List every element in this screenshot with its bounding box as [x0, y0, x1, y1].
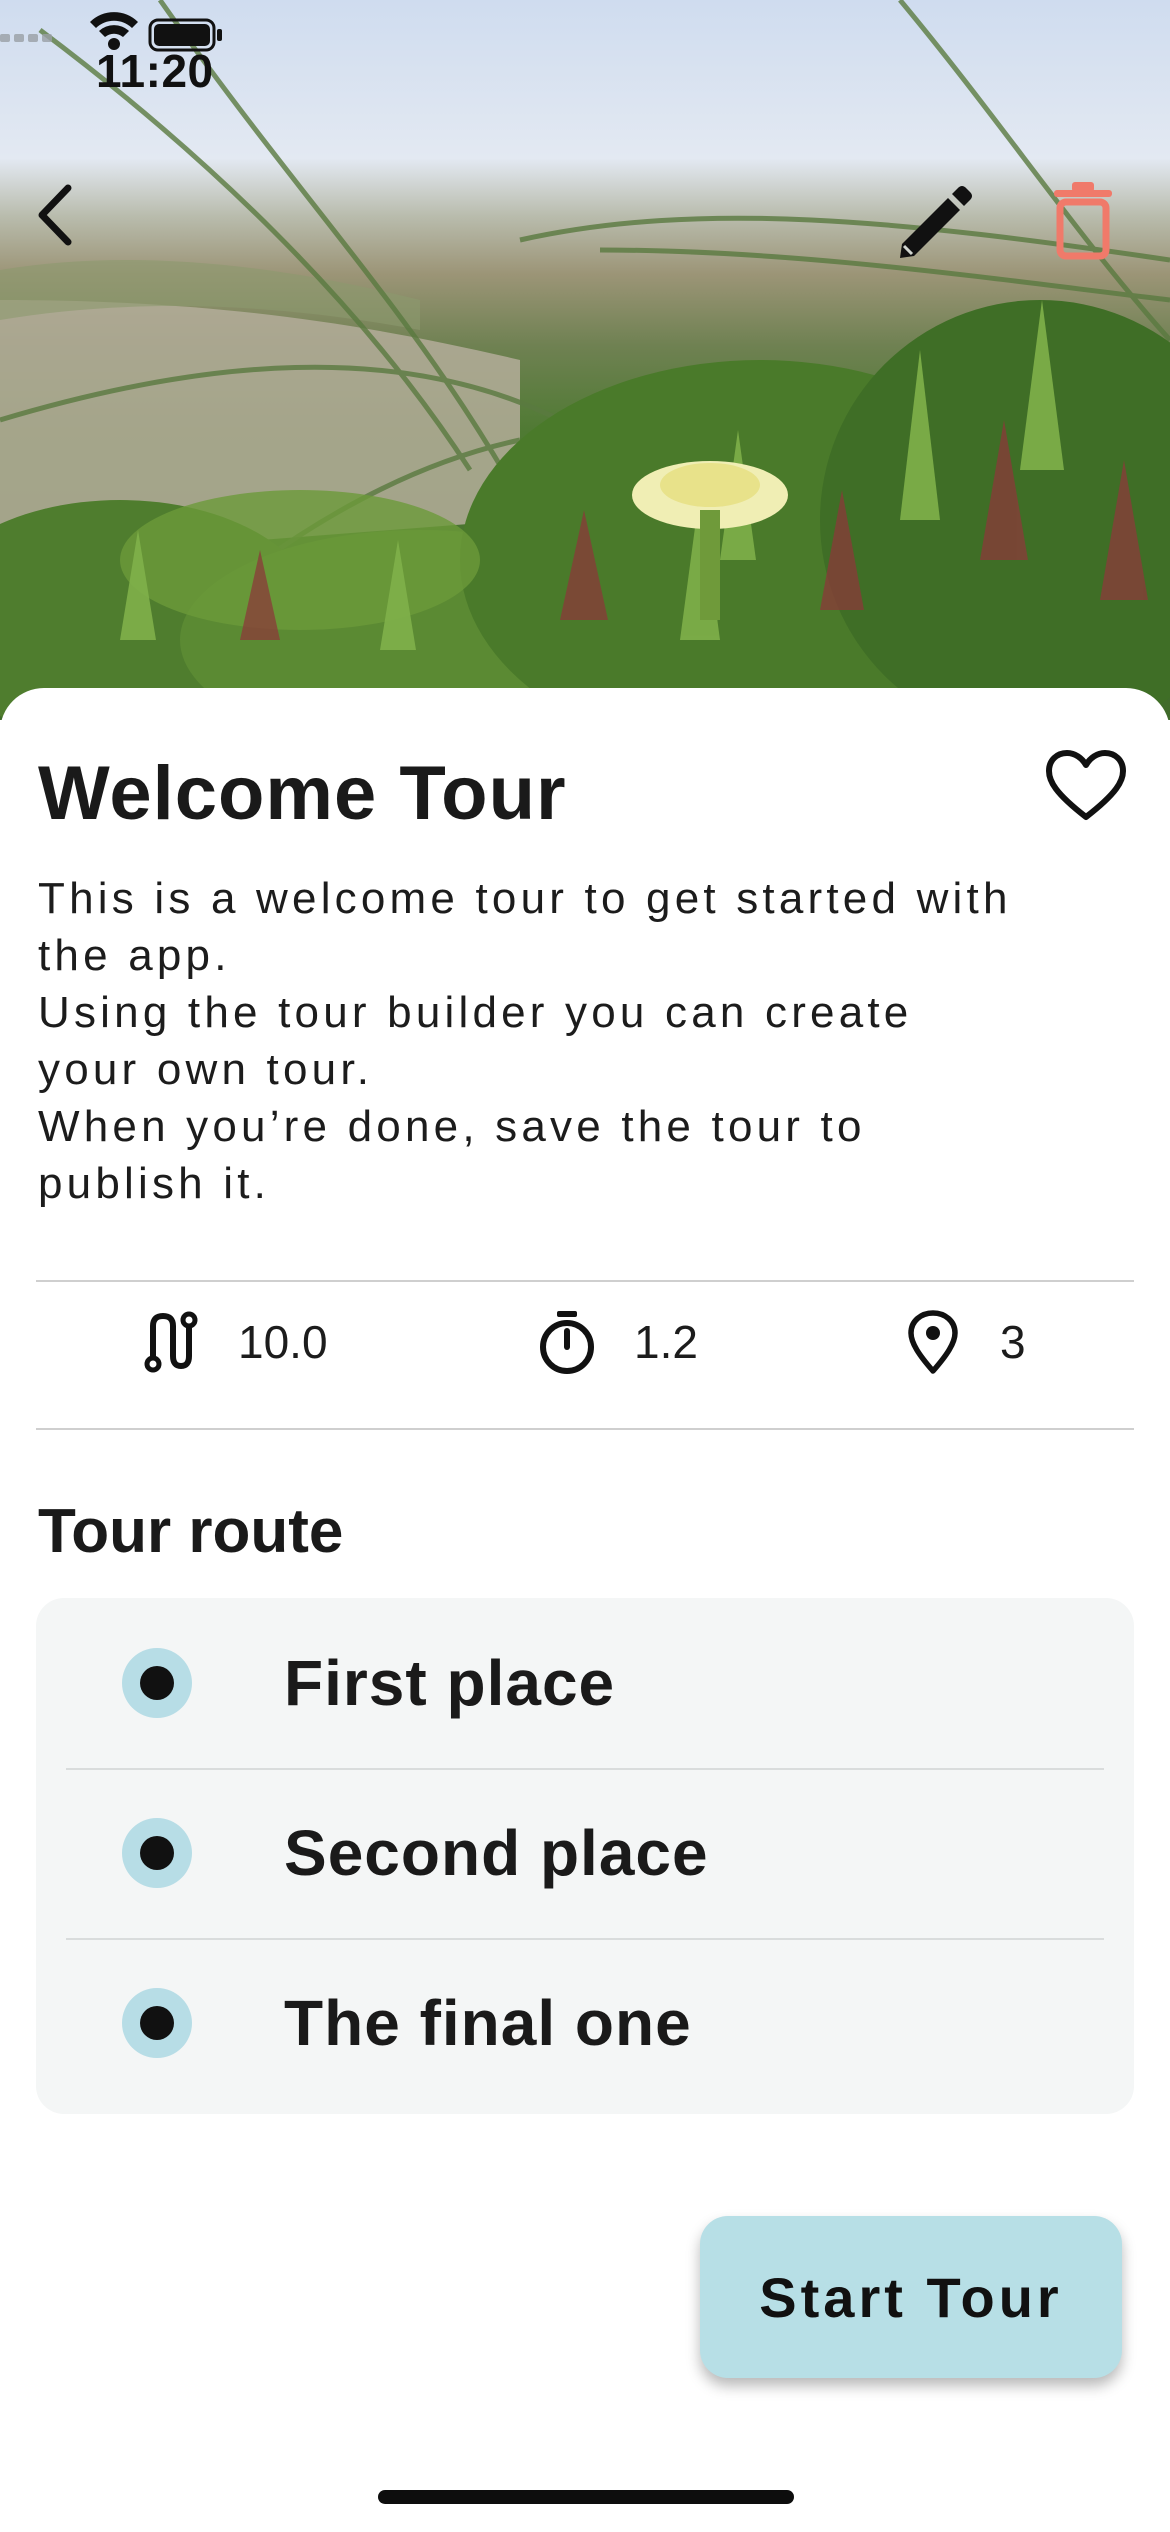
places-stat: 3 — [898, 1282, 1026, 1402]
tour-stats: 10.0 1.2 3 — [36, 1282, 1134, 1402]
home-indicator[interactable] — [378, 2490, 794, 2504]
edit-button[interactable] — [890, 180, 990, 280]
distance-stat: 10.0 — [136, 1282, 328, 1402]
delete-button[interactable] — [1050, 180, 1140, 280]
tour-description: This is a welcome tour to get started wi… — [38, 870, 1138, 1212]
timer-icon — [532, 1307, 602, 1377]
tour-detail-sheet: Welcome Tour This is a welcome tour to g… — [0, 688, 1170, 2532]
route-item-label: Second place — [284, 1817, 709, 1889]
description-line: publish it. — [38, 1159, 271, 1208]
battery-icon — [148, 18, 222, 52]
description-line: your own tour. — [38, 1045, 374, 1094]
description-line: This is a welcome tour to get started wi… — [38, 874, 1012, 923]
trash-icon — [1054, 182, 1112, 260]
back-button[interactable] — [30, 180, 110, 270]
dune-plants-image — [0, 0, 1170, 720]
route-item[interactable]: First place — [36, 1598, 1134, 1768]
description-line: Using the tour builder you can create — [38, 988, 913, 1037]
route-marker-icon — [122, 1988, 192, 2058]
route-item-label: First place — [284, 1647, 616, 1719]
duration-value: 1.2 — [634, 1316, 698, 1368]
tour-route-list: First place Second place The final one — [36, 1598, 1134, 2114]
tour-title: Welcome Tour — [38, 751, 567, 836]
location-pin-icon — [898, 1307, 968, 1377]
route-marker-icon — [122, 1818, 192, 1888]
route-item[interactable]: The final one — [36, 1938, 1134, 2108]
route-item[interactable]: Second place — [36, 1768, 1134, 1938]
divider — [36, 1428, 1134, 1430]
heart-outline-icon — [1046, 750, 1126, 820]
route-marker-icon — [122, 1648, 192, 1718]
status-icons — [0, 12, 222, 52]
header-photo: 11:20 — [0, 0, 1170, 720]
favorite-button[interactable] — [1040, 740, 1132, 832]
cellular-signal-icon — [0, 34, 52, 42]
description-line: When you’re done, save the tour to — [38, 1102, 866, 1151]
route-item-label: The final one — [284, 1987, 692, 2059]
section-title-tour-route: Tour route — [38, 1497, 344, 1566]
start-tour-button[interactable]: Start Tour — [700, 2216, 1122, 2378]
description-line: the app. — [38, 931, 231, 980]
places-count: 3 — [1000, 1316, 1026, 1368]
chevron-left-icon — [38, 184, 72, 246]
duration-stat: 1.2 — [532, 1282, 698, 1402]
route-icon — [136, 1307, 206, 1377]
pencil-icon — [900, 186, 972, 258]
distance-value: 10.0 — [238, 1316, 328, 1368]
wifi-icon — [90, 12, 138, 50]
